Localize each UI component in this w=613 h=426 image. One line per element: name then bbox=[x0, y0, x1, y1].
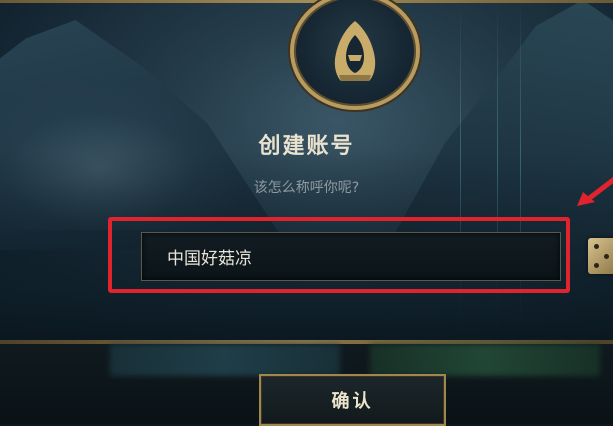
dialog-subtitle: 该怎么称呼你呢? bbox=[253, 180, 360, 196]
confirm-button[interactable]: 确认 bbox=[259, 374, 446, 426]
dice-pip bbox=[604, 254, 609, 259]
dialog-title: 创建账号 bbox=[258, 134, 355, 159]
summoner-name-value: 中国好菇凉 bbox=[167, 249, 252, 269]
top-gold-border bbox=[0, 0, 613, 3]
blurred-option-left bbox=[110, 344, 340, 376]
dice-icon[interactable] bbox=[588, 238, 613, 274]
summoner-name-input[interactable]: 中国好菇凉 bbox=[141, 232, 561, 281]
dice-pip bbox=[594, 263, 599, 268]
red-arrow-annotation bbox=[577, 176, 613, 206]
dice-pip bbox=[594, 244, 599, 249]
blurred-option-right bbox=[370, 344, 600, 376]
